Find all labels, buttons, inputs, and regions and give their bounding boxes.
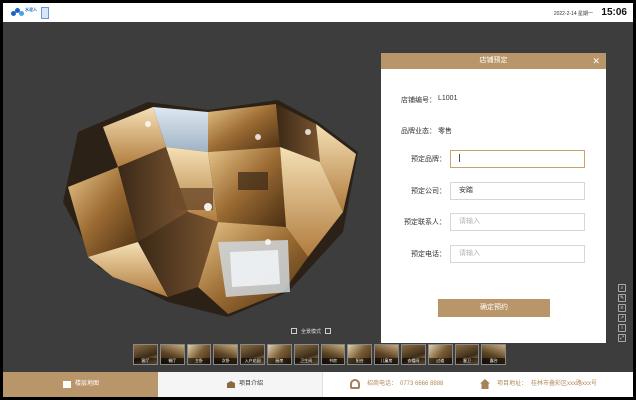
room-thumbnail[interactable]: 书房: [320, 344, 346, 365]
room-thumbnail[interactable]: 主卧: [186, 344, 212, 365]
home-icon: [480, 379, 490, 389]
shop-number-value: L1001: [438, 95, 458, 102]
leasing-phone-label: 招商电话：: [367, 381, 398, 387]
3d-house-viewer[interactable]: ⌕ ✎ ≡ ↗ i ⤢ 全景模式 客厅 餐厅 主卧 次卧 入户花园 厨房 卫生间…: [3, 22, 633, 372]
house-3d-model[interactable]: [58, 92, 368, 322]
contact-input[interactable]: 请输入: [450, 213, 585, 231]
map-icon: [63, 381, 71, 388]
thumbnail-label: 卫生间: [294, 358, 318, 364]
share-icon[interactable]: ↗: [618, 314, 626, 322]
thumbnail-label: 阳台: [348, 358, 372, 364]
contact-row: 预定联系人： 请输入: [381, 213, 606, 231]
top-status-bar: 水泥人 2022-2-14 星期一 15:06: [3, 3, 633, 22]
bottom-nav-bar: 楼层地图 项目介绍 招商电话： 0773 6666 8888 项目地址： 桂林市…: [3, 372, 633, 397]
tab-project-intro[interactable]: 项目介绍: [158, 372, 323, 397]
contact-label: 预定联系人：: [404, 219, 446, 226]
thumbnail-label: 露台: [482, 358, 506, 364]
thumbnail-label: 厨房: [267, 358, 291, 364]
room-thumbnail[interactable]: 衣帽间: [400, 344, 426, 365]
dialog-title: 店铺预定: [479, 57, 508, 64]
thumbnail-label: 衣帽间: [401, 358, 425, 364]
fullscreen-icon[interactable]: ⤢: [618, 334, 626, 342]
brand-label: 预定品牌：: [411, 156, 446, 163]
room-thumbnail[interactable]: 过道: [427, 344, 453, 365]
room-thumbnail[interactable]: 厨房: [266, 344, 292, 365]
brand-format-value: 零售: [438, 128, 452, 135]
phone-icon: [350, 379, 360, 389]
room-thumbnail[interactable]: 客厅: [133, 344, 158, 365]
view-mode-bar: 全景模式: [291, 326, 332, 336]
viewer-toolbar: ⌕ ✎ ≡ ↗ i ⤢: [618, 284, 628, 344]
text-caret: [459, 154, 460, 163]
close-icon[interactable]: ✕: [592, 53, 600, 69]
room-thumbnail[interactable]: 露台: [481, 344, 507, 365]
room-thumbnail[interactable]: 次卧: [213, 344, 239, 365]
shop-number-label: 店铺编号：: [401, 97, 436, 104]
thumbnail-label: 书房: [321, 358, 345, 364]
project-address-label: 项目地址：: [497, 381, 528, 387]
phone-label: 预定电话：: [411, 251, 446, 258]
thumbnail-label: 过道: [428, 358, 452, 364]
brand-row: 预定品牌：: [381, 150, 606, 168]
shop-booking-dialog: 店铺预定 ✕ 店铺编号： L1001 品牌业态： 零售 预定品牌： 预定公司： …: [381, 53, 606, 343]
company-row: 预定公司： 安踏: [381, 182, 606, 200]
brand-logo: 水泥人: [11, 6, 49, 20]
thumbnail-label: 次卧: [214, 358, 238, 364]
room-thumbnail[interactable]: 卫生间: [293, 344, 319, 365]
layers-icon[interactable]: ≡: [618, 304, 626, 312]
mode-label[interactable]: 全景模式: [301, 328, 321, 335]
brand-input[interactable]: [450, 150, 585, 168]
search-icon[interactable]: ⌕: [618, 284, 626, 292]
project-icon: [227, 381, 235, 388]
project-address-value: 桂林市叠彩区xxx路xxx号: [531, 381, 598, 387]
date-label: 2022-2-14 星期一: [553, 11, 593, 17]
company-input[interactable]: 安踏: [450, 182, 585, 200]
shop-number-row: 店铺编号： L1001: [381, 91, 606, 109]
dialog-header: 店铺预定 ✕: [381, 53, 606, 69]
ruler-icon[interactable]: ✎: [618, 294, 626, 302]
room-thumbnail[interactable]: 餐厅: [159, 344, 185, 365]
clock-time: 15:06: [601, 7, 627, 18]
tab-floor-map-label: 楼层地图: [75, 381, 100, 387]
tab-project-intro-label: 项目介绍: [239, 381, 264, 387]
logo-text: 水泥人: [25, 7, 37, 12]
vr-icon[interactable]: [325, 328, 332, 334]
logo-badge-icon: [41, 7, 49, 19]
room-thumbnail[interactable]: 客卫: [454, 344, 480, 365]
thumbnail-label: 主卧: [187, 358, 211, 364]
phone-input[interactable]: 请输入: [450, 245, 585, 263]
brand-format-label: 品牌业态：: [401, 128, 436, 135]
brand-format-row: 品牌业态： 零售: [381, 122, 606, 140]
thumbnail-label: 客卫: [455, 358, 479, 364]
room-thumbnail[interactable]: 入户花园: [240, 344, 265, 365]
mode-switch-icon[interactable]: [291, 328, 297, 334]
room-thumbnail[interactable]: 儿童房: [374, 344, 399, 365]
company-label: 预定公司：: [411, 188, 446, 195]
info-icon[interactable]: i: [618, 324, 626, 332]
app-frame: 水泥人 2022-2-14 星期一 15:06 ⌕ ✎ ≡ ↗ i ⤢ 全景模式…: [0, 0, 636, 400]
phone-row: 预定电话： 请输入: [381, 245, 606, 263]
leasing-phone-value: 0773 6666 8888: [400, 381, 444, 387]
room-thumbnail-strip: 客厅 餐厅 主卧 次卧 入户花园 厨房 卫生间 书房 阳台 儿童房 衣帽间 过道…: [133, 344, 507, 365]
thumbnail-label: 餐厅: [160, 358, 184, 364]
thumbnail-label: 入户花园: [241, 358, 264, 364]
tab-floor-map[interactable]: 楼层地图: [3, 372, 158, 397]
thumbnail-label: 儿童房: [375, 358, 398, 364]
confirm-booking-button[interactable]: 确定预约: [438, 299, 550, 317]
room-thumbnail[interactable]: 阳台: [347, 344, 373, 365]
thumbnail-label: 客厅: [134, 358, 157, 364]
